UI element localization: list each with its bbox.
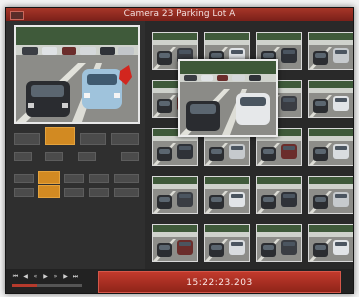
control-panel [6, 21, 145, 269]
camera-thumbnail[interactable] [204, 176, 250, 214]
control-button-12[interactable] [89, 174, 109, 183]
camera-preview[interactable] [14, 25, 140, 124]
control-button-9[interactable] [14, 174, 34, 183]
thumbnail-snapshot [153, 225, 197, 261]
playback-progress-fill [12, 284, 37, 287]
step-forward-icon[interactable]: ▶ [62, 273, 69, 280]
thumbnail-snapshot [257, 177, 301, 213]
control-button-6[interactable] [45, 152, 63, 161]
thumbnail-snapshot [309, 225, 353, 261]
control-button-5[interactable] [14, 152, 32, 161]
camera-thumbnail[interactable] [152, 176, 198, 214]
camera-thumbnail[interactable] [308, 128, 353, 166]
camera-thumbnail[interactable] [256, 176, 302, 214]
timestamp-display: 15:22:23.203 [98, 271, 341, 293]
play-icon[interactable]: ▶ [42, 273, 49, 280]
thumbnail-snapshot [309, 177, 353, 213]
control-button-4[interactable] [111, 133, 139, 145]
control-button-16[interactable] [64, 188, 84, 197]
timestamp-value: 15:22:23.203 [186, 278, 253, 288]
thumbnail-snapshot [309, 81, 353, 117]
camera-thumbnail[interactable] [308, 224, 353, 262]
playback-progress[interactable] [12, 284, 82, 287]
control-button-10[interactable] [38, 171, 60, 184]
control-button-13[interactable] [114, 174, 139, 183]
title-bar: Camera 23 Parking Lot A [6, 8, 353, 21]
thumbnail-snapshot [309, 33, 353, 69]
skip-back-icon[interactable]: ⏮ [12, 273, 19, 280]
control-button-14[interactable] [14, 188, 34, 197]
skip-forward-icon[interactable]: ⏭ [72, 273, 79, 280]
thumbnail-snapshot [309, 129, 353, 165]
control-button-3[interactable] [80, 133, 106, 145]
zoomed-snapshot [180, 61, 276, 135]
playback-bar: ⏮ ◀ «▶» ▶ ⏭ 15:22:23.203 [6, 269, 353, 293]
camera-thumbnail[interactable] [308, 80, 353, 118]
thumbnail-snapshot [153, 177, 197, 213]
zoomed-camera-view[interactable] [178, 59, 278, 137]
camera-viewer-window: Camera 23 Parking Lot A ⏮ ◀ « ▶ » ▶ ⏭ 15… [5, 7, 354, 294]
control-button-7[interactable] [78, 152, 96, 161]
camera-thumbnail[interactable] [204, 224, 250, 262]
thumbnail-snapshot [257, 225, 301, 261]
camera-thumbnail[interactable] [152, 224, 198, 262]
control-button-18[interactable] [114, 188, 139, 197]
camera-thumbnail[interactable] [308, 32, 353, 70]
control-button-11[interactable] [64, 174, 84, 183]
control-button-17[interactable] [89, 188, 109, 197]
control-button-1[interactable] [14, 133, 40, 145]
parking-lot-snapshot [16, 27, 138, 122]
fast-forward-icon[interactable]: » [52, 273, 59, 280]
control-button-2[interactable] [45, 127, 75, 145]
control-button-8[interactable] [121, 152, 139, 161]
window-icon [10, 11, 24, 20]
control-button-15[interactable] [38, 185, 60, 198]
window-title: Camera 23 Parking Lot A [123, 9, 236, 19]
step-back-icon[interactable]: ◀ [22, 273, 29, 280]
camera-thumbnail[interactable] [256, 224, 302, 262]
thumbnail-snapshot [205, 177, 249, 213]
thumbnail-snapshot [205, 225, 249, 261]
rewind-icon[interactable]: « [32, 273, 39, 280]
camera-thumbnail[interactable] [308, 176, 353, 214]
